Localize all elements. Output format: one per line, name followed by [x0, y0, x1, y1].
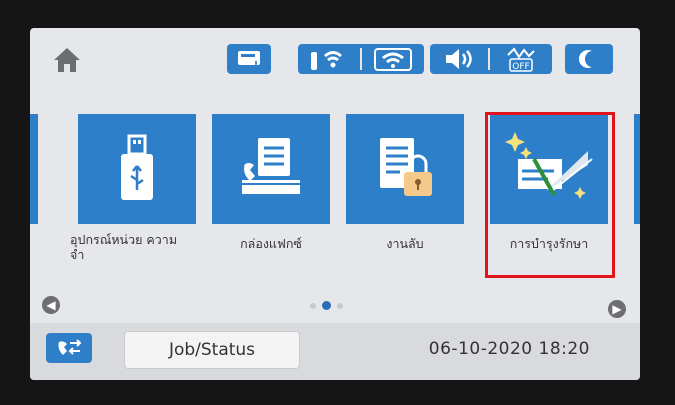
tile-previous-partial[interactable] [30, 114, 38, 224]
tile-label: งานลับ [386, 236, 424, 251]
printer-touchscreen: OFF อุปกรณ์หน่วย ความจำ กล่องแฟกซ์ งานลั… [30, 28, 640, 380]
tile-label: อุปกรณ์หน่วย ความจำ [70, 232, 178, 262]
ink-cartridge-icon [238, 51, 260, 66]
arrow-right-icon: ▶ [612, 302, 622, 316]
fax-inbox-icon [242, 138, 300, 194]
page-dot [337, 302, 343, 309]
page-dot-active [322, 301, 331, 310]
page-dot [310, 302, 316, 309]
datetime-display: 06-10-2020 18:20 [428, 339, 590, 359]
tile-next-partial[interactable] [634, 114, 640, 224]
selection-highlight [485, 112, 615, 278]
fax-log-button[interactable] [46, 333, 92, 363]
tile-label: กล่องแฟกซ์ [240, 236, 302, 251]
page-indicator [310, 301, 343, 310]
eco-off-icon: OFF [507, 47, 535, 72]
locked-document-icon [380, 138, 432, 196]
sleep-button[interactable] [565, 44, 613, 74]
svg-text:OFF: OFF [512, 62, 529, 72]
status-bar: OFF [30, 28, 640, 88]
volume-icon [446, 49, 472, 69]
home-icon[interactable] [52, 46, 82, 74]
divider [360, 48, 362, 70]
network-status-button[interactable] [298, 44, 424, 74]
wifi-direct-icon [374, 48, 412, 71]
tile-fax-box[interactable] [212, 114, 330, 224]
arrow-left-icon: ◀ [46, 298, 56, 312]
divider [488, 48, 490, 70]
sound-eco-button[interactable]: OFF [430, 44, 552, 74]
usb-drive-icon [121, 134, 153, 200]
sleep-moon-icon [578, 50, 592, 68]
scroll-left-button[interactable]: ◀ [42, 296, 60, 314]
job-status-button[interactable]: Job/Status [124, 331, 300, 369]
fax-arrows-icon [58, 339, 82, 355]
tile-memory-device[interactable] [78, 114, 196, 224]
scroll-right-button[interactable]: ▶ [608, 300, 626, 318]
wired-network-icon [311, 51, 342, 70]
ink-status-button[interactable] [227, 44, 271, 74]
tile-confidential-job[interactable] [346, 114, 464, 224]
bottom-bar: Job/Status 06-10-2020 18:20 [30, 323, 640, 380]
